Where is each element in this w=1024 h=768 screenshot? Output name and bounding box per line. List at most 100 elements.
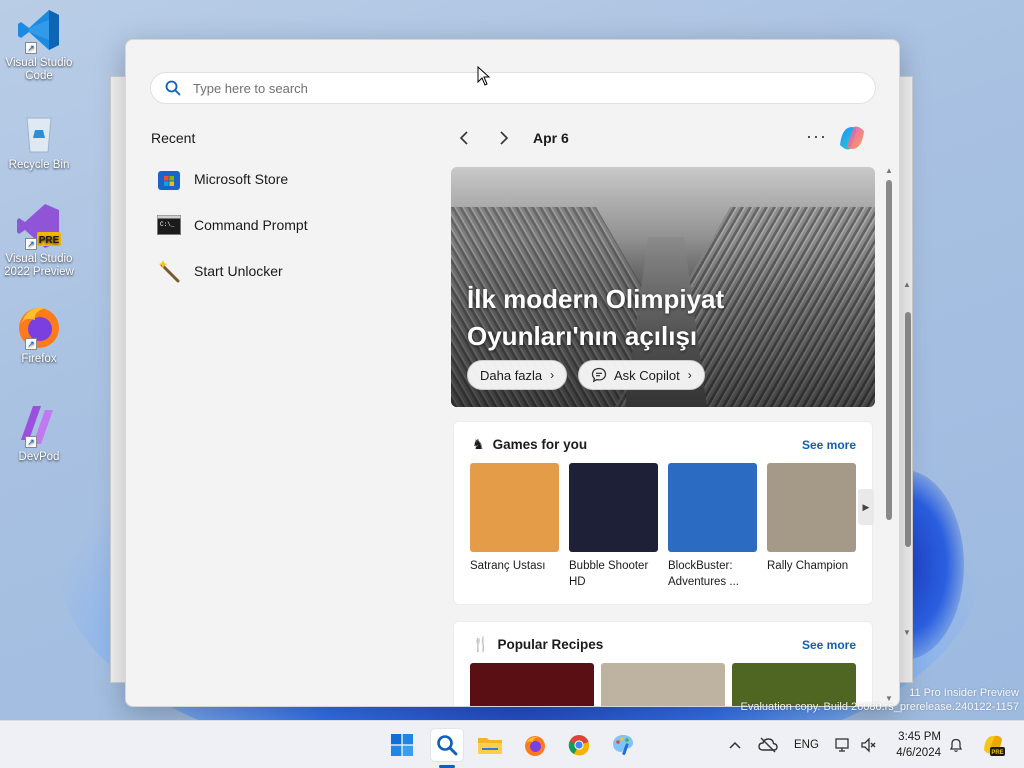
chevron-up-icon (729, 741, 741, 749)
copilot-preview-icon: PRE (984, 735, 1005, 756)
search-input[interactable] (193, 80, 833, 96)
chess-piece-icon: ♞ (472, 436, 485, 452)
feed: İlk modern Olimpiyat Oyunları'nın açılış… (451, 167, 875, 706)
games-card: ♞ Games for you See more Satranç Ustası … (453, 421, 874, 605)
visual-studio-icon: PRE ↗ (15, 202, 63, 250)
volume-button[interactable] (860, 721, 876, 768)
ask-copilot-label: Ask Copilot (614, 367, 680, 383)
ask-copilot-button[interactable]: Ask Copilot › (578, 360, 705, 390)
recipe-tile[interactable] (601, 663, 725, 706)
svg-text:C:\_: C:\_ (160, 221, 175, 228)
magic-wand-icon (156, 258, 182, 284)
clock[interactable]: 3:45 PM 4/6/2024 (885, 729, 941, 761)
hero-card[interactable]: İlk modern Olimpiyat Oyunları'nın açılış… (451, 167, 875, 407)
recipes-card-header: 🍴 Popular Recipes (472, 636, 603, 653)
recent-item-command-prompt[interactable]: C:\_ Command Prompt (156, 207, 416, 243)
scrollbar-thumb[interactable] (886, 180, 892, 520)
desktop-icon-visual-studio[interactable]: PRE ↗ Visual Studio 2022 Preview (2, 202, 76, 279)
feed-nav: Apr 6 ··· (451, 126, 881, 150)
firefox-icon (525, 736, 545, 756)
notifications-button[interactable] (948, 721, 964, 768)
devpod-icon: ↗ (15, 400, 63, 448)
paint-icon (613, 735, 633, 755)
taskbar: ENG 3:45 PM 4/6/2024 PRE (0, 720, 1024, 768)
onedrive-button[interactable] (758, 721, 778, 768)
watermark-line-2: Evaluation copy. Build 26080.rs_prerelea… (740, 701, 1019, 713)
recent-item-label: Start Unlocker (194, 263, 283, 279)
taskbar-search-button[interactable] (431, 729, 463, 761)
search-icon (437, 735, 458, 756)
copilot-taskbar-button[interactable]: PRE (980, 721, 1006, 768)
feed-scrollbar[interactable]: ▲ ▼ (881, 166, 899, 706)
recipes-card-title: Popular Recipes (497, 637, 604, 652)
fork-knife-icon: 🍴 (472, 636, 490, 652)
desktop-icon-label: Recycle Bin (8, 159, 70, 171)
game-tile[interactable]: BlockBuster: Adventures ... (668, 463, 757, 590)
game-tile[interactable]: Bubble Shooter HD (569, 463, 658, 590)
recipes-see-more-link[interactable]: See more (802, 638, 856, 652)
network-icon (835, 738, 849, 752)
show-hidden-icons-button[interactable] (728, 721, 742, 768)
games-card-header: ♞ Games for you (472, 436, 587, 453)
search-panel: Recent Microsoft Store C:\_ Command Prom… (125, 39, 900, 707)
recycle-bin-icon (15, 108, 63, 156)
desktop-icon-firefox[interactable]: ↗ Firefox (2, 302, 76, 366)
shortcut-arrow-icon: ↗ (25, 238, 37, 250)
game-tile[interactable]: Satranç Ustası (470, 463, 559, 574)
microsoft-store-icon (156, 166, 182, 192)
caret-right-icon: ▶ (862, 501, 870, 512)
firefox-icon: ↗ (15, 302, 63, 350)
desktop-icon-recycle-bin[interactable]: Recycle Bin (2, 108, 76, 172)
recent-item-microsoft-store[interactable]: Microsoft Store (156, 161, 416, 197)
desktop-icon-vscode[interactable]: ↗ Visual Studio Code (2, 6, 76, 83)
svg-text:PRE: PRE (991, 750, 1003, 756)
copilot-button[interactable] (836, 123, 868, 153)
desktop-icon-label: Visual Studio 2022 Preview (4, 253, 74, 278)
more-options-button[interactable]: ··· (806, 126, 827, 147)
next-button[interactable] (491, 126, 517, 150)
games-see-more-link[interactable]: See more (802, 438, 856, 452)
desktop-icon-label: Firefox (21, 353, 57, 365)
scroll-up-icon[interactable]: ▲ (903, 280, 911, 289)
command-prompt-icon: C:\_ (156, 212, 182, 238)
start-button[interactable] (386, 729, 418, 761)
clock-date: 4/6/2024 (896, 747, 941, 759)
paint-taskbar-button[interactable] (607, 729, 639, 761)
watermark-line-1: 11 Pro Insider Preview (909, 687, 1019, 699)
network-button[interactable] (835, 721, 851, 768)
bell-icon (949, 738, 963, 752)
hero-title[interactable]: İlk modern Olimpiyat Oyunları'nın açılış… (467, 281, 827, 355)
game-tile[interactable]: Rally Champion (767, 463, 856, 574)
shortcut-arrow-icon: ↗ (25, 338, 37, 350)
hero-more-button[interactable]: Daha fazla › (467, 360, 568, 390)
file-explorer-button[interactable] (474, 729, 506, 761)
scrollbar-thumb[interactable] (905, 312, 911, 547)
previous-button[interactable] (451, 126, 477, 150)
evaluation-watermark: 11 Pro Insider Preview Evaluation copy. … (741, 686, 1019, 714)
cloud-offline-icon (758, 737, 778, 753)
background-window-scrollbar[interactable]: ▲ ▼ (903, 280, 913, 640)
recipe-tile[interactable] (470, 663, 594, 706)
desktop-icon-devpod[interactable]: ↗ DevPod (2, 400, 76, 464)
recent-item-start-unlocker[interactable]: Start Unlocker (156, 253, 416, 289)
recent-item-label: Microsoft Store (194, 171, 289, 187)
chevron-right-icon: › (550, 368, 555, 382)
chrome-icon (568, 735, 590, 756)
games-scroll-right-button[interactable]: ▶ (858, 489, 874, 525)
shortcut-arrow-icon: ↗ (25, 436, 37, 448)
search-icon (165, 80, 181, 96)
game-name: Satranç Ustası (470, 560, 546, 572)
scroll-up-icon[interactable]: ▲ (885, 166, 893, 175)
desktop-icon-label: Visual Studio Code (5, 57, 73, 82)
language-indicator[interactable]: ENG (794, 721, 819, 768)
search-box[interactable] (150, 72, 876, 104)
volume-muted-icon (861, 737, 876, 753)
chevron-right-icon: › (687, 368, 692, 382)
scroll-down-icon[interactable]: ▼ (903, 628, 911, 637)
firefox-taskbar-button[interactable] (519, 729, 551, 761)
game-thumbnail (569, 463, 658, 552)
chevron-left-icon (459, 131, 468, 145)
chrome-taskbar-button[interactable] (563, 729, 595, 761)
recent-item-label: Command Prompt (194, 217, 308, 233)
shortcut-arrow-icon: ↗ (25, 42, 37, 54)
